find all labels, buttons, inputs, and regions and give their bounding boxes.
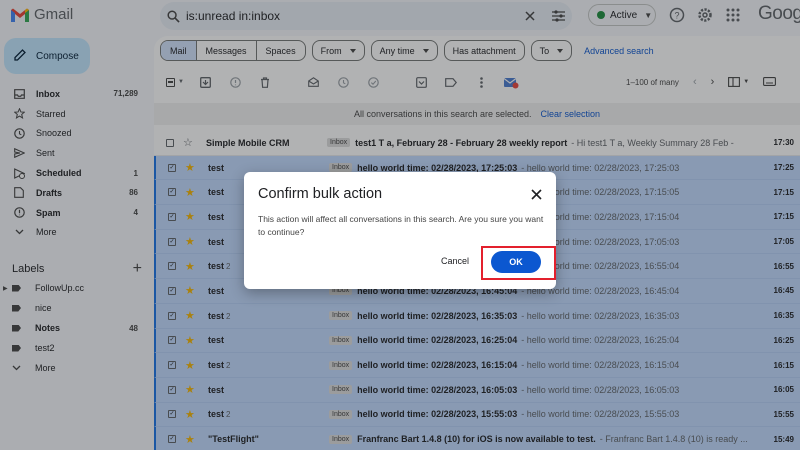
confirm-bulk-action-dialog: Confirm bulk action This action will aff… (244, 172, 556, 289)
close-icon[interactable] (526, 184, 546, 204)
cancel-button[interactable]: Cancel (441, 256, 469, 266)
ok-button[interactable]: OK (491, 251, 541, 273)
dialog-title: Confirm bulk action (258, 186, 383, 202)
dialog-message: This action will affect all conversation… (258, 214, 544, 237)
